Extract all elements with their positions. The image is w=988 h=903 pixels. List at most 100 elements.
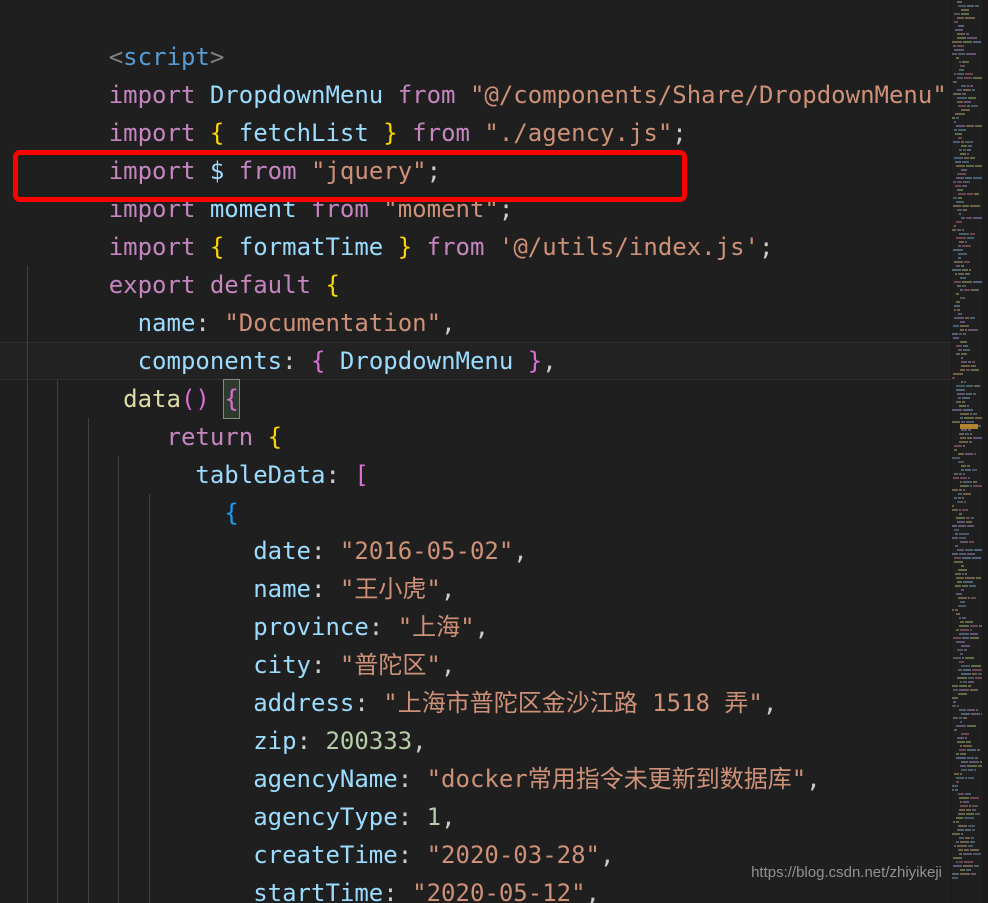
keyword-default: default	[209, 271, 312, 299]
property-value: "普陀区"	[339, 651, 441, 679]
property-key: agencyName	[253, 765, 398, 793]
module-path: "./agency.js"	[484, 119, 673, 147]
property-value: "2016-05-02"	[339, 537, 514, 565]
keyword-from: from	[311, 195, 369, 223]
colon: :	[354, 689, 369, 717]
colon: :	[383, 879, 398, 903]
comma: ,	[585, 879, 600, 903]
code-content[interactable]: <script> import DropdownMenu from "@/com…	[0, 0, 952, 903]
brace-open: {	[209, 119, 225, 147]
colon: :	[296, 727, 312, 755]
colon: :	[311, 537, 326, 565]
module-path: "moment"	[383, 195, 499, 223]
colon: :	[325, 461, 340, 489]
semicolon: ;	[672, 119, 687, 147]
comma: ,	[412, 727, 427, 755]
comma: ,	[441, 803, 456, 831]
property-key: tableData	[195, 461, 326, 489]
comma: ,	[542, 347, 557, 375]
minimap-highlight-marker	[960, 424, 978, 429]
colon: :	[368, 613, 384, 641]
property-key: zip	[253, 727, 297, 755]
colon: :	[397, 841, 413, 869]
property-value: "上海市普陀区金沙江路 1518 弄"	[383, 689, 763, 717]
property-value: "Documentation"	[224, 309, 442, 337]
property-key: province	[253, 613, 369, 641]
keyword-from: from	[426, 233, 485, 261]
keyword-import: import	[108, 233, 196, 261]
code-line[interactable]: <script>	[0, 0, 952, 71]
colon: :	[397, 765, 413, 793]
module-path: "@/components/Share/DropdownMenu"	[469, 81, 947, 109]
brace-open: {	[325, 271, 340, 299]
comma: ,	[440, 651, 456, 679]
property-value: "2020-03-28"	[426, 841, 600, 869]
parentheses: ()	[180, 385, 210, 413]
keyword-export: export	[108, 271, 196, 299]
colon: :	[311, 575, 326, 603]
comma: ,	[600, 841, 615, 869]
angle-bracket-open-icon: <	[108, 43, 124, 71]
property-value: "上海"	[397, 613, 475, 641]
colon: :	[397, 803, 413, 831]
comma: ,	[474, 613, 490, 641]
property-value: "docker常用指令未更新到数据库"	[426, 765, 807, 793]
property-key: name	[137, 309, 196, 337]
property-value: "2020-05-12"	[412, 879, 586, 903]
property-key: components	[137, 347, 283, 375]
comma: ,	[762, 689, 778, 717]
property-value-number: 200333	[325, 727, 413, 755]
vertical-scrollbar[interactable]	[982, 0, 988, 903]
brace-close: }	[397, 233, 413, 261]
module-path: "jquery"	[311, 157, 427, 185]
import-binding: fetchList	[238, 119, 369, 147]
keyword-from: from	[397, 81, 456, 109]
brace-open: {	[267, 423, 283, 451]
keyword-return: return	[166, 423, 254, 451]
keyword-import: import	[108, 119, 196, 147]
property-value-number: 1	[426, 803, 442, 831]
comma: ,	[441, 309, 456, 337]
keyword-from: from	[412, 119, 470, 147]
property-key: name	[253, 575, 311, 603]
import-binding: $	[209, 157, 225, 185]
colon: :	[195, 309, 210, 337]
keyword-import: import	[108, 195, 196, 223]
comma: ,	[806, 765, 821, 793]
keyword-import: import	[108, 81, 196, 109]
property-value: "王小虎"	[339, 575, 441, 603]
import-binding: moment	[209, 195, 297, 223]
brace-close: }	[527, 347, 543, 375]
semicolon: ;	[498, 195, 514, 223]
keyword-from: from	[238, 157, 297, 185]
property-key: agencyType	[253, 803, 398, 831]
brace-open: {	[311, 347, 326, 375]
colon: :	[282, 347, 297, 375]
angle-bracket-close-icon: >	[209, 43, 225, 71]
code-editor[interactable]: <script> import DropdownMenu from "@/com…	[0, 0, 988, 903]
semicolon: ;	[758, 233, 774, 261]
import-binding: DropdownMenu	[209, 81, 384, 109]
semicolon: ;	[426, 157, 442, 185]
bracket-match-box: {	[223, 379, 240, 419]
brace-open: {	[209, 233, 225, 261]
property-key: date	[253, 537, 311, 565]
colon: :	[311, 651, 326, 679]
script-tag-name: script	[123, 43, 210, 71]
brace-close: }	[383, 119, 398, 147]
brace-open: {	[224, 499, 239, 527]
module-path: '@/utils/index.js'	[498, 233, 759, 261]
import-binding: formatTime	[238, 233, 384, 261]
bracket-open: [	[354, 461, 369, 489]
property-key: createTime	[253, 841, 398, 869]
property-key: address	[253, 689, 355, 717]
component-name: DropdownMenu	[339, 347, 514, 375]
watermark-url: https://blog.csdn.net/zhiyikeji	[751, 864, 942, 881]
function-name: data	[123, 385, 181, 413]
property-key: city	[253, 651, 311, 679]
property-key: startTime	[253, 879, 384, 903]
keyword-import: import	[108, 157, 196, 185]
comma: ,	[513, 537, 528, 565]
brace-open: {	[224, 385, 239, 413]
comma: ,	[440, 575, 456, 603]
